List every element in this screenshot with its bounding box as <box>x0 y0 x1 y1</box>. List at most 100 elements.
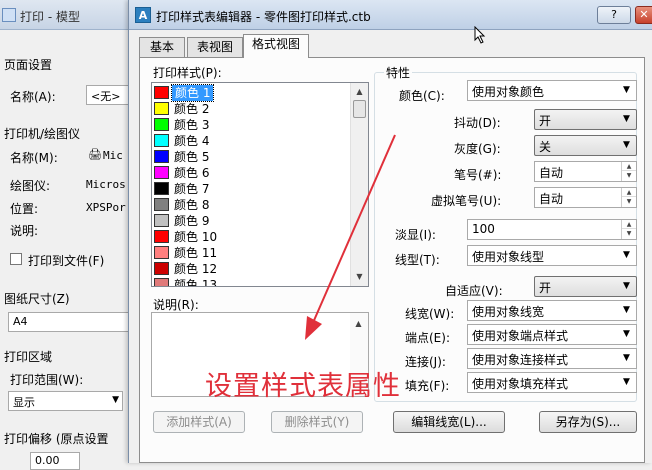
spin-up-icon[interactable]: ▲ <box>622 162 636 171</box>
fill-style-select[interactable]: 使用对象填充样式 ▼ <box>467 372 637 393</box>
chevron-down-icon: ▼ <box>623 305 630 315</box>
color-value: 使用对象颜色 <box>472 85 545 99</box>
chevron-down-icon: ▼ <box>623 250 630 260</box>
chevron-down-icon: ▼ <box>623 377 630 387</box>
lineweight-select[interactable]: 使用对象线宽 ▼ <box>467 300 637 321</box>
list-item[interactable]: 颜色 13 <box>154 277 350 287</box>
list-item-label: 颜色 5 <box>174 150 210 164</box>
list-item[interactable]: 颜色 2 <box>154 101 350 117</box>
description-label: 说明: <box>10 224 39 238</box>
linetype-value: 使用对象线型 <box>472 250 545 264</box>
save-as-button[interactable]: 另存为(S)... <box>539 411 637 433</box>
spin-down-icon[interactable]: ▼ <box>622 229 636 238</box>
list-item-label: 颜色 11 <box>174 246 218 260</box>
chevron-down-icon: ▼ <box>623 353 630 363</box>
screening-stepper[interactable]: ▲ ▼ <box>621 220 636 239</box>
adaptive-value: 开 <box>539 281 552 295</box>
print-offset-heading: 打印偏移 (原点设置 <box>4 432 109 446</box>
spin-down-icon[interactable]: ▼ <box>622 197 636 206</box>
spin-down-icon[interactable]: ▼ <box>622 171 636 180</box>
list-item-label: 颜色 7 <box>174 182 210 196</box>
scroll-down-icon[interactable]: ▼ <box>351 268 368 285</box>
list-item[interactable]: 颜色 6 <box>154 165 350 181</box>
screening-label: 淡显(I): <box>395 228 436 242</box>
lineweight-label: 线宽(W): <box>405 307 455 321</box>
list-item[interactable]: 颜色 9 <box>154 213 350 229</box>
list-item-label: 颜色 10 <box>174 230 218 244</box>
spin-up-icon[interactable]: ▲ <box>622 188 636 197</box>
list-item[interactable]: 颜色 4 <box>154 133 350 149</box>
close-button[interactable]: ✕ <box>635 6 652 24</box>
color-swatch <box>154 246 169 259</box>
grayscale-value: 关 <box>539 140 552 154</box>
print-to-file-checkbox[interactable] <box>10 253 22 265</box>
list-item[interactable]: 颜色 3 <box>154 117 350 133</box>
list-item[interactable]: 颜色 8 <box>154 197 350 213</box>
chevron-down-icon: ▼ <box>623 281 630 291</box>
virtual-pen-stepper[interactable]: ▲ ▼ <box>621 188 636 207</box>
list-item[interactable]: 颜色 10 <box>154 229 350 245</box>
dither-select[interactable]: 开 ▼ <box>534 109 637 130</box>
dither-value: 开 <box>539 114 552 128</box>
list-item[interactable]: 颜色 1 <box>154 84 350 102</box>
edit-lineweights-button[interactable]: 编辑线宽(L)... <box>393 411 505 433</box>
page-setup-name-select[interactable]: <无> <box>86 85 132 105</box>
scroll-up-icon[interactable]: ▲ <box>351 83 368 100</box>
color-swatch <box>154 198 169 211</box>
help-button[interactable]: ? <box>597 6 631 24</box>
list-item[interactable]: 颜色 11 <box>154 245 350 261</box>
print-to-file-label: 打印到文件(F) <box>28 254 105 268</box>
print-range-value: 显示 <box>13 396 35 409</box>
offset-x-input[interactable]: 0.00 <box>30 452 80 470</box>
virtual-pen-value: 自动 <box>539 192 564 206</box>
tab-basic[interactable]: 基本 <box>139 37 185 57</box>
linetype-select[interactable]: 使用对象线型 ▼ <box>467 245 637 266</box>
screening-spinner[interactable]: 100 ▲ ▼ <box>467 219 637 240</box>
color-select[interactable]: 使用对象颜色 ▼ <box>467 80 637 101</box>
list-scrollbar[interactable]: ▲ ▼ <box>350 83 368 286</box>
add-style-button[interactable]: 添加样式(A) <box>153 411 245 433</box>
end-style-label: 端点(E): <box>405 331 450 345</box>
tab-table-view[interactable]: 表视图 <box>187 37 243 57</box>
color-swatch <box>154 278 169 286</box>
end-style-value: 使用对象端点样式 <box>472 329 569 343</box>
printer-plotter-heading: 打印机/绘图仪 <box>4 127 81 141</box>
spin-up-icon[interactable]: ▲ <box>622 220 636 229</box>
adaptive-select[interactable]: 开 ▼ <box>534 276 637 297</box>
paper-size-select[interactable]: A4 <box>8 312 133 332</box>
color-swatch <box>154 150 169 163</box>
join-style-select[interactable]: 使用对象连接样式 ▼ <box>467 348 637 369</box>
print-range-select[interactable]: 显示 ▼ <box>8 391 123 411</box>
chevron-down-icon: ▼ <box>112 395 119 405</box>
list-item-label: 颜色 13 <box>174 278 218 287</box>
location-label: 位置: <box>10 202 39 216</box>
list-item[interactable]: 颜色 5 <box>154 149 350 165</box>
pen-number-stepper[interactable]: ▲ ▼ <box>621 162 636 181</box>
grayscale-select[interactable]: 关 ▼ <box>534 135 637 156</box>
list-item[interactable]: 颜色 12 <box>154 261 350 277</box>
color-swatch <box>154 134 169 147</box>
pen-number-spinner[interactable]: 自动 ▲ ▼ <box>534 161 637 182</box>
virtual-pen-spinner[interactable]: 自动 ▲ ▼ <box>534 187 637 208</box>
scroll-up-icon[interactable]: ▲ <box>350 315 367 332</box>
printer-name-select[interactable]: Mic <box>103 149 123 162</box>
end-style-select[interactable]: 使用对象端点样式 ▼ <box>467 324 637 345</box>
properties-heading: 特性 <box>384 64 413 81</box>
tab-form-view[interactable]: 格式视图 <box>243 34 309 58</box>
dither-label: 抖动(D): <box>454 116 501 130</box>
print-area-heading: 打印区域 <box>4 350 53 364</box>
annotation-caption: 设置样式表属性 <box>205 371 401 402</box>
page-setup-heading: 页面设置 <box>4 58 53 72</box>
print-dialog-background: 打印 - 模型 页面设置 名称(A): <无> 打印机/绘图仪 名称(M): 🖨… <box>0 0 135 470</box>
list-item-label: 颜色 1 <box>170 84 215 102</box>
plot-styles-list[interactable]: 颜色 1 颜色 2 颜色 3 颜色 4 颜色 5 颜色 6 颜色 7 颜色 8 颜色 9 颜色 1… <box>151 82 369 287</box>
linetype-label: 线型(T): <box>395 253 440 267</box>
delete-style-button[interactable]: 删除样式(Y) <box>271 411 363 433</box>
window-title: 打印样式表编辑器 - 零件图打印样式.ctb <box>156 10 371 24</box>
location-value: XPSPor <box>86 201 126 214</box>
plotter-value: Micros <box>86 178 126 191</box>
fill-style-label: 填充(F): <box>405 379 450 393</box>
scroll-thumb[interactable] <box>353 100 366 118</box>
list-item[interactable]: 颜色 7 <box>154 181 350 197</box>
color-swatch <box>154 230 169 243</box>
